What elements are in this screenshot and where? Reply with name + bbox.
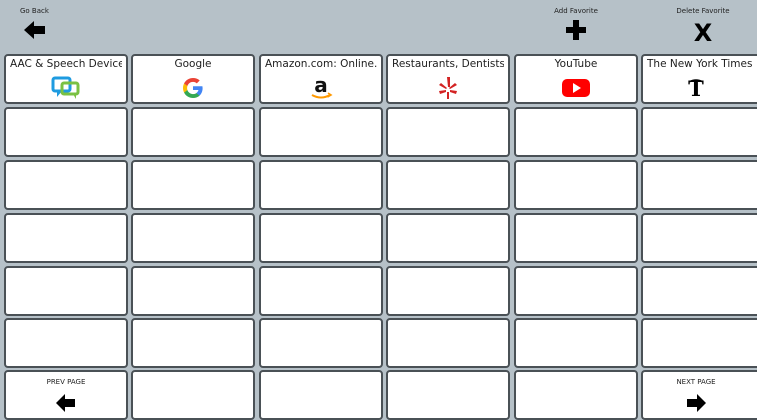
- favorite-title: The New York Times -...: [647, 58, 753, 70]
- empty-tile[interactable]: [641, 213, 757, 263]
- google-icon: [133, 75, 253, 101]
- favorite-title: YouTube: [554, 58, 598, 70]
- go-back-button[interactable]: Go Back: [0, 0, 124, 52]
- toolbar: Go Back Add Favorite Delete Favorite X: [0, 0, 757, 54]
- close-icon: X: [693, 19, 713, 47]
- empty-tile[interactable]: [131, 266, 255, 316]
- favorite-title: AAC & Speech Device...: [10, 58, 122, 70]
- empty-tile[interactable]: [259, 213, 383, 263]
- empty-tile[interactable]: [4, 266, 128, 316]
- go-back-label: Go Back: [20, 7, 49, 15]
- next-page-label: NEXT PAGE: [676, 378, 716, 386]
- favorite-tile-yelp[interactable]: Restaurants, Dentists,...: [386, 54, 510, 104]
- arrow-right-icon: [643, 394, 749, 412]
- empty-tile[interactable]: [131, 107, 255, 157]
- empty-tile[interactable]: [514, 107, 638, 157]
- empty-tile[interactable]: [386, 107, 510, 157]
- favorite-tile-nyt[interactable]: The New York Times -... T: [641, 54, 757, 104]
- empty-tile[interactable]: [641, 160, 757, 210]
- yelp-icon: [388, 75, 508, 101]
- nyt-icon: T: [643, 75, 749, 101]
- empty-tile[interactable]: [641, 107, 757, 157]
- aac-chat-icon: [6, 75, 126, 101]
- favorite-tile-youtube[interactable]: YouTube: [514, 54, 638, 104]
- empty-tile[interactable]: [386, 370, 510, 420]
- empty-tile[interactable]: [259, 318, 383, 368]
- empty-tile[interactable]: [131, 318, 255, 368]
- empty-tile[interactable]: [131, 160, 255, 210]
- delete-favorite-label: Delete Favorite: [676, 7, 730, 15]
- empty-tile[interactable]: [641, 266, 757, 316]
- add-favorite-button[interactable]: Add Favorite: [514, 0, 638, 52]
- empty-tile[interactable]: [131, 370, 255, 420]
- favorite-tile-amazon[interactable]: Amazon.com: Online... a: [259, 54, 383, 104]
- plus-icon: [514, 20, 638, 46]
- favorite-tile-google[interactable]: Google: [131, 54, 255, 104]
- empty-tile[interactable]: [386, 318, 510, 368]
- empty-tile[interactable]: [514, 213, 638, 263]
- prev-page-label: PREV PAGE: [46, 378, 86, 386]
- empty-tile[interactable]: [514, 266, 638, 316]
- empty-tile[interactable]: [386, 266, 510, 316]
- empty-tile[interactable]: [514, 318, 638, 368]
- empty-tile[interactable]: [259, 266, 383, 316]
- favorite-tile-aac[interactable]: AAC & Speech Device...: [4, 54, 128, 104]
- empty-tile[interactable]: [514, 160, 638, 210]
- empty-tile[interactable]: [131, 213, 255, 263]
- delete-favorite-button[interactable]: Delete Favorite X: [641, 0, 757, 52]
- empty-tile[interactable]: [514, 370, 638, 420]
- favorite-title: Amazon.com: Online...: [265, 58, 377, 70]
- empty-tile[interactable]: [4, 318, 128, 368]
- youtube-icon: [516, 75, 636, 101]
- empty-tile[interactable]: [386, 213, 510, 263]
- empty-tile[interactable]: [641, 318, 757, 368]
- empty-tile[interactable]: [259, 107, 383, 157]
- empty-tile[interactable]: [4, 107, 128, 157]
- empty-tile[interactable]: [4, 160, 128, 210]
- empty-tile[interactable]: [386, 160, 510, 210]
- arrow-left-icon: [24, 20, 46, 46]
- prev-page-button[interactable]: PREV PAGE: [4, 370, 128, 420]
- favorite-title: Restaurants, Dentists,...: [392, 58, 504, 70]
- add-favorite-label: Add Favorite: [554, 7, 598, 15]
- amazon-icon: a: [261, 75, 381, 101]
- arrow-left-icon: [6, 394, 126, 412]
- empty-tile[interactable]: [4, 213, 128, 263]
- empty-tile[interactable]: [259, 160, 383, 210]
- next-page-button[interactable]: NEXT PAGE: [641, 370, 757, 420]
- empty-tile[interactable]: [259, 370, 383, 420]
- favorite-title: Google: [174, 58, 212, 70]
- svg-text:a: a: [314, 75, 328, 97]
